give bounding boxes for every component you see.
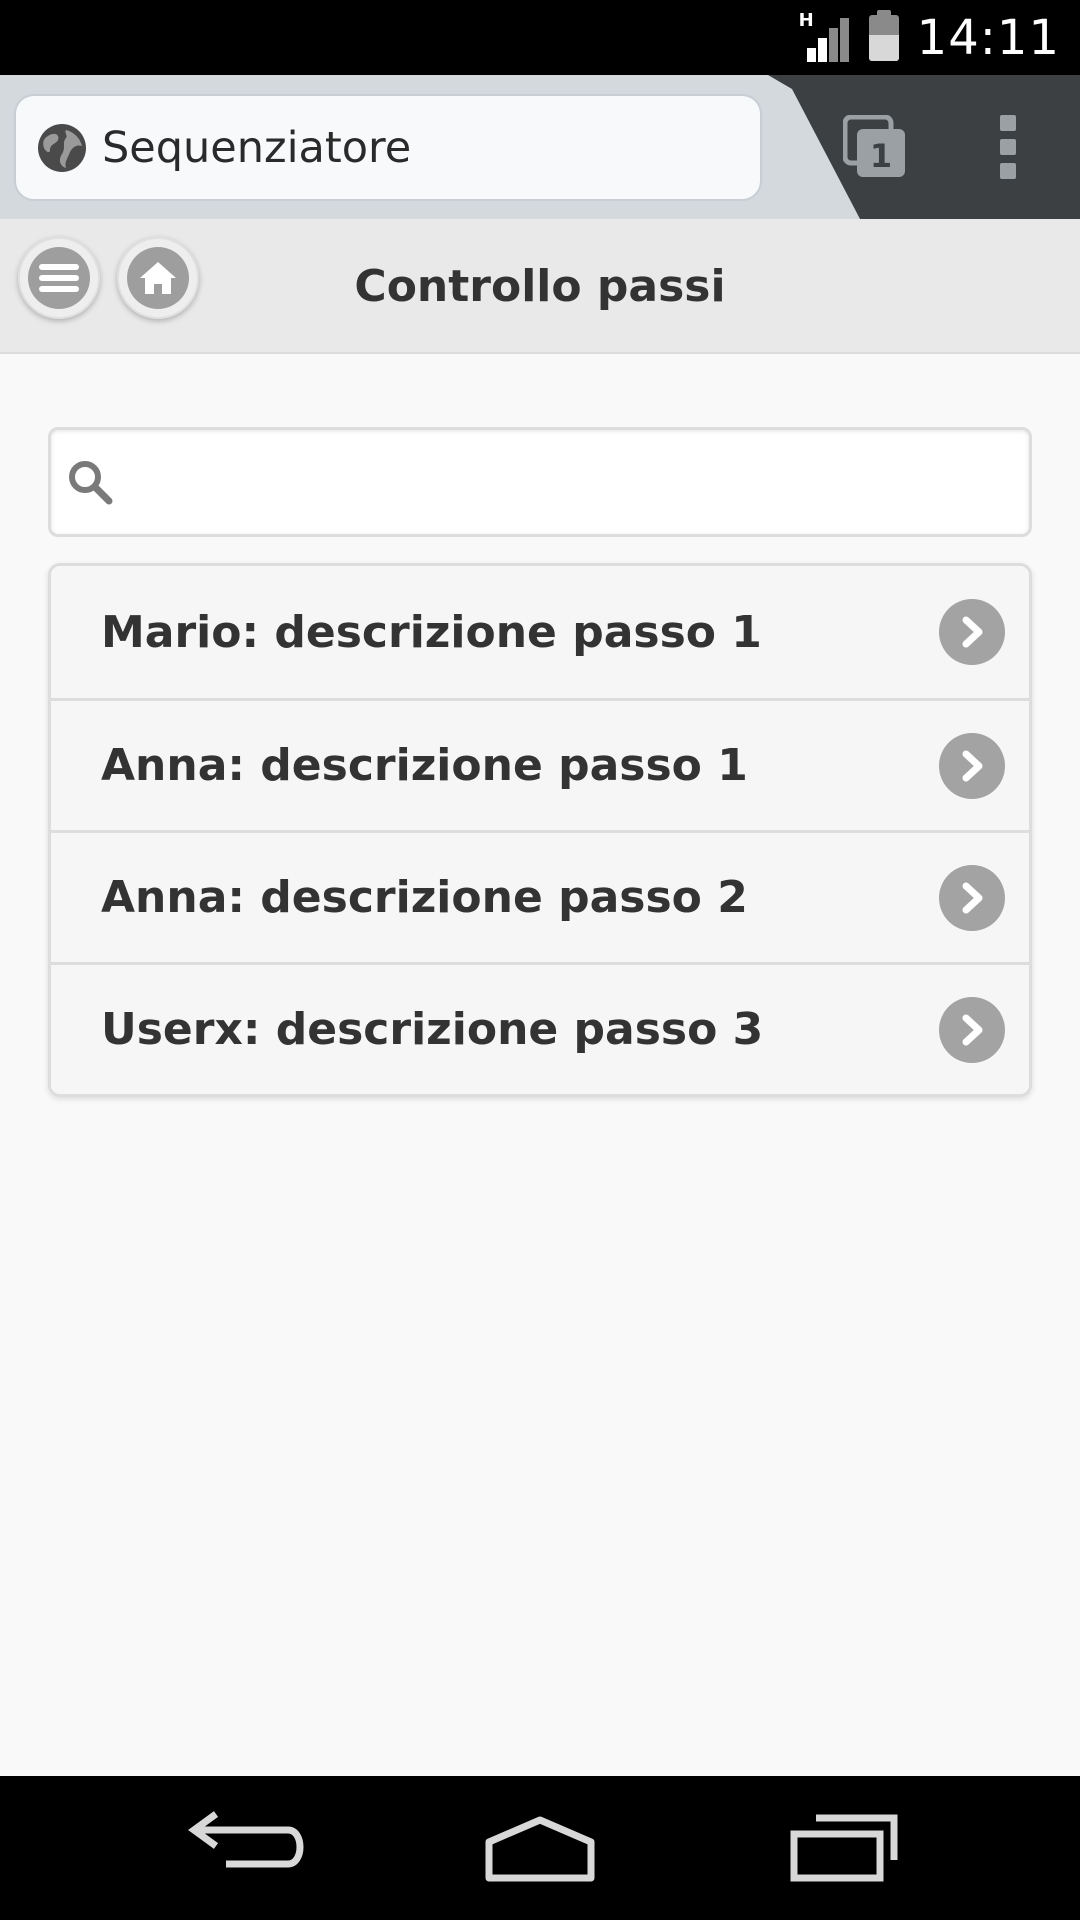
- browser-toolbar: Sequenziatore 1: [0, 75, 1080, 219]
- list-item[interactable]: Anna: descrizione passo 1: [51, 698, 1029, 830]
- nav-home-icon[interactable]: [475, 1806, 605, 1890]
- globe-icon: [38, 123, 86, 172]
- list-item-label: Mario: descrizione passo 1: [101, 606, 762, 658]
- tabs-icon[interactable]: 1: [843, 115, 907, 179]
- tab-count: 1: [870, 137, 892, 175]
- navigation-bar: [0, 1776, 1080, 1920]
- chevron-right-icon: [939, 996, 1005, 1063]
- chevron-right-icon: [939, 864, 1005, 931]
- list-item-label: Userx: descrizione passo 3: [101, 1004, 764, 1055]
- page-title: Controllo passi: [354, 261, 726, 312]
- page-header: Controllo passi: [0, 219, 1080, 354]
- chevron-right-icon: [939, 732, 1005, 799]
- status-bar: H 14:11: [0, 0, 1080, 75]
- steps-list: Mario: descrizione passo 1 Anna: descriz…: [48, 563, 1032, 1097]
- chevron-right-icon: [939, 599, 1005, 665]
- clock: 14:11: [916, 9, 1060, 66]
- list-item[interactable]: Anna: descrizione passo 2: [51, 830, 1029, 962]
- list-item-label: Anna: descrizione passo 2: [101, 872, 748, 923]
- more-vert-icon[interactable]: [996, 115, 1020, 179]
- list-item[interactable]: Mario: descrizione passo 1: [51, 566, 1029, 698]
- search-input[interactable]: [113, 430, 1029, 534]
- page-title-url: Sequenziatore: [102, 122, 412, 173]
- battery-icon: [868, 9, 899, 61]
- back-icon[interactable]: [180, 1806, 310, 1890]
- list-item-label: Anna: descrizione passo 1: [101, 740, 748, 791]
- search-icon: [69, 461, 113, 505]
- network-type: H: [798, 9, 814, 31]
- url-bar[interactable]: Sequenziatore: [14, 94, 762, 201]
- list-item[interactable]: Userx: descrizione passo 3: [51, 962, 1029, 1094]
- recents-icon[interactable]: [780, 1806, 910, 1890]
- search-box: [48, 427, 1032, 537]
- signal-icon: H: [799, 10, 851, 62]
